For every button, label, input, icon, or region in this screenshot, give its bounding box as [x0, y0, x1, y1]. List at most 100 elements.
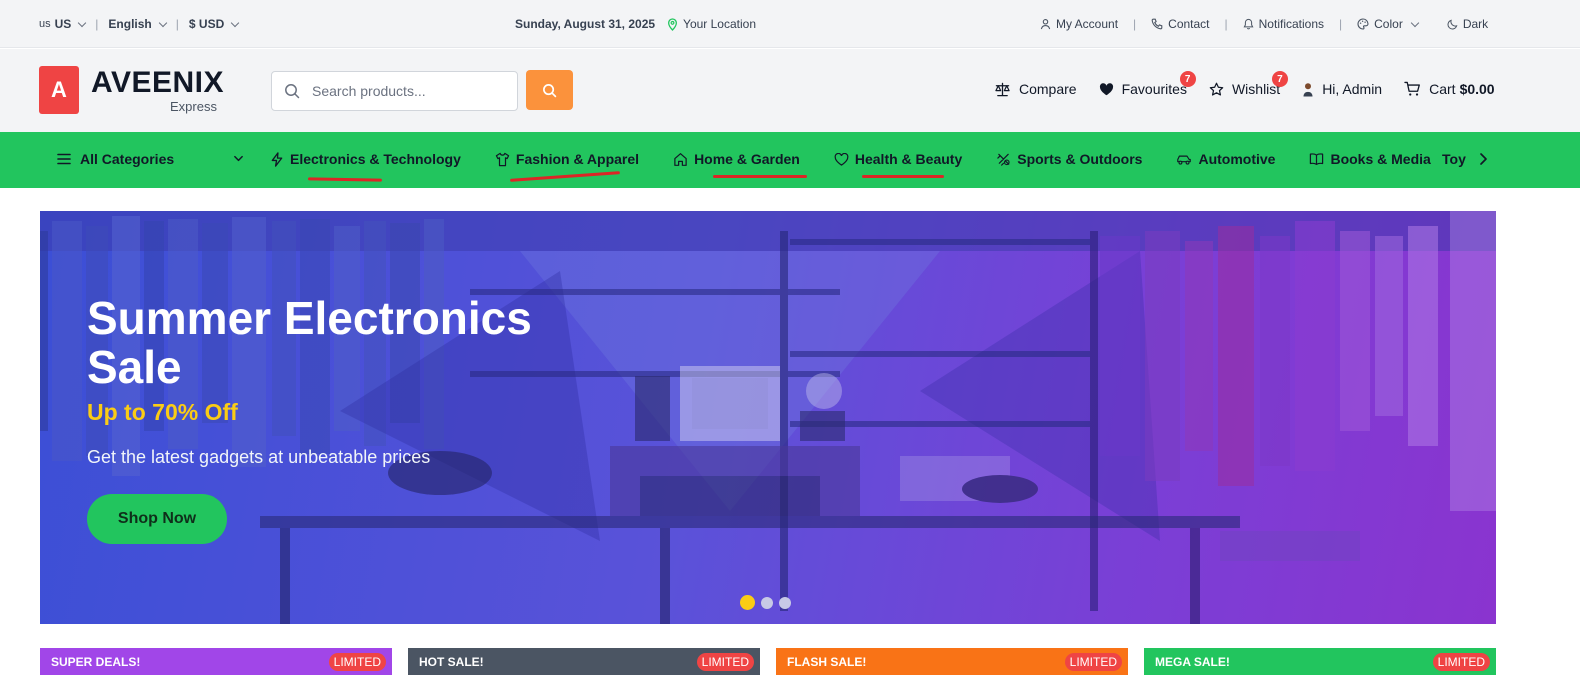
- divider: |: [1339, 17, 1343, 31]
- book-icon: [1310, 153, 1324, 166]
- phone-icon: [1151, 18, 1163, 30]
- dark-mode-toggle[interactable]: Dark: [1447, 17, 1488, 31]
- location-link[interactable]: Your Location: [667, 17, 756, 31]
- promo-super-deals[interactable]: SUPER DEALS! LIMITED: [40, 648, 392, 675]
- location-label: Your Location: [683, 17, 756, 31]
- promo-flash-sale[interactable]: FLASH SALE! LIMITED: [776, 648, 1128, 675]
- map-pin-icon: [668, 17, 678, 31]
- limited-badge: LIMITED: [1064, 652, 1122, 671]
- logo-name[interactable]: AVEENIX: [91, 66, 224, 100]
- wishlist-count-badge: 7: [1271, 71, 1288, 87]
- search-box: [271, 71, 518, 111]
- palette-icon: [1357, 18, 1369, 30]
- bell-icon: [1243, 18, 1254, 30]
- locale-selectors: us US | English | $ USD: [39, 17, 240, 31]
- country-flag: us: [39, 18, 51, 30]
- nav-item-label: Home & Garden: [694, 151, 800, 167]
- nav-item-label: Books & Media: [1330, 151, 1431, 167]
- chevron-down-icon: [1410, 18, 1420, 27]
- promo-label: SUPER DEALS!: [51, 654, 141, 669]
- nav-item-books-media[interactable]: Books & Media: [1309, 151, 1431, 167]
- limited-badge: LIMITED: [1432, 652, 1490, 671]
- nav-item-fashion[interactable]: Fashion & Apparel: [495, 151, 640, 182]
- carousel-dot-2[interactable]: [761, 596, 773, 609]
- greeting-label: Hi, Admin: [1322, 81, 1383, 97]
- cart-icon: [1404, 81, 1421, 96]
- chevron-down-icon[interactable]: [233, 153, 244, 164]
- divider: |: [175, 17, 179, 31]
- wishlist-link[interactable]: Wishlist 7: [1209, 71, 1288, 97]
- favourites-link[interactable]: Favourites 7: [1099, 71, 1196, 97]
- logo-mark[interactable]: A: [39, 66, 79, 114]
- divider: |: [95, 17, 99, 31]
- category-nav: All Categories Electronics & Technology …: [0, 132, 1580, 188]
- nav-item-label: Toys: [1442, 151, 1466, 167]
- all-categories-button[interactable]: All Categories: [57, 151, 174, 167]
- bolt-icon: [271, 151, 283, 167]
- cart-total: $0.00: [1459, 81, 1495, 97]
- my-account-link[interactable]: My Account: [1040, 17, 1118, 31]
- limited-badge: LIMITED: [696, 652, 754, 671]
- search-input[interactable]: [312, 83, 492, 99]
- currency-selector[interactable]: $ USD: [189, 17, 240, 31]
- header-actions: Compare Favourites 7 Wishlist 7 Hi, Admi…: [994, 71, 1495, 97]
- current-date: Sunday, August 31, 2025: [515, 17, 656, 31]
- star-icon: [1209, 82, 1224, 96]
- heart-icon: [834, 152, 849, 166]
- promo-label: MEGA SALE!: [1155, 654, 1230, 669]
- chevron-down-icon: [78, 18, 87, 27]
- notifications-link[interactable]: Notifications: [1243, 17, 1324, 31]
- language-label: English: [108, 17, 152, 31]
- compare-link[interactable]: Compare: [994, 81, 1077, 97]
- color-label: Color: [1374, 17, 1403, 31]
- heart-filled-icon: [1099, 82, 1113, 95]
- nav-item-home-garden[interactable]: Home & Garden: [673, 151, 808, 178]
- country-label: US: [54, 17, 72, 31]
- shop-now-button[interactable]: Shop Now: [87, 494, 227, 544]
- favourites-count-badge: 7: [1179, 71, 1196, 87]
- account-menu[interactable]: Hi, Admin: [1302, 81, 1382, 97]
- user-icon: [1040, 19, 1051, 30]
- nav-item-label: Health & Beauty: [854, 151, 963, 167]
- sports-icon: [997, 153, 1010, 166]
- language-selector[interactable]: English: [108, 17, 168, 31]
- red-underline-annotation: [509, 171, 620, 182]
- nav-item-label: Fashion & Apparel: [515, 151, 640, 167]
- limited-badge: LIMITED: [328, 652, 386, 671]
- nav-item-electronics[interactable]: Electronics & Technology: [270, 151, 461, 182]
- carousel-dots: [740, 595, 791, 610]
- search-button[interactable]: [526, 70, 573, 110]
- cart-link[interactable]: Cart $0.00: [1404, 81, 1495, 97]
- country-selector[interactable]: us US: [39, 17, 87, 31]
- logo-subtitle: Express: [170, 99, 217, 114]
- hero-title: Summer Electronics Sale: [87, 292, 532, 393]
- promo-label: FLASH SALE!: [787, 654, 867, 669]
- chevron-down-icon: [230, 18, 240, 27]
- avatar-icon: [1303, 82, 1313, 96]
- promo-mega-sale[interactable]: MEGA SALE! LIMITED: [1144, 648, 1496, 675]
- carousel-dot-3[interactable]: [779, 596, 791, 609]
- nav-item-label: Electronics & Technology: [290, 151, 461, 167]
- contact-link[interactable]: Contact: [1151, 17, 1210, 31]
- nav-item-automotive[interactable]: Automotive: [1176, 151, 1275, 167]
- chevron-right-icon[interactable]: [1477, 152, 1489, 166]
- carousel-dot-1[interactable]: [740, 595, 755, 610]
- nav-item-toys[interactable]: Toys: [1436, 151, 1466, 167]
- nav-item-health-beauty[interactable]: Health & Beauty: [834, 151, 963, 178]
- promo-hot-sale[interactable]: HOT SALE! LIMITED: [408, 648, 760, 675]
- main-header: A AVEENIX Express Compare Favourites 7 W…: [0, 49, 1580, 132]
- my-account-label: My Account: [1056, 17, 1119, 31]
- hero-description: Get the latest gadgets at unbeatable pri…: [87, 447, 431, 467]
- nav-item-sports[interactable]: Sports & Outdoors: [996, 151, 1142, 167]
- contact-label: Contact: [1168, 17, 1210, 31]
- shirt-icon: [495, 152, 510, 166]
- hero-subtitle: Up to 70% Off: [87, 399, 238, 425]
- hero-banner[interactable]: Summer Electronics Sale Up to 70% Off Ge…: [40, 211, 1496, 624]
- search-icon: [285, 84, 300, 99]
- divider: |: [1224, 17, 1228, 31]
- color-selector[interactable]: Color: [1357, 17, 1420, 31]
- date-location: Sunday, August 31, 2025 Your Location: [515, 17, 756, 31]
- top-bar: us US | English | $ USD Sunday, August 3…: [0, 0, 1580, 48]
- red-underline-annotation: [861, 175, 944, 178]
- car-icon: [1177, 155, 1192, 165]
